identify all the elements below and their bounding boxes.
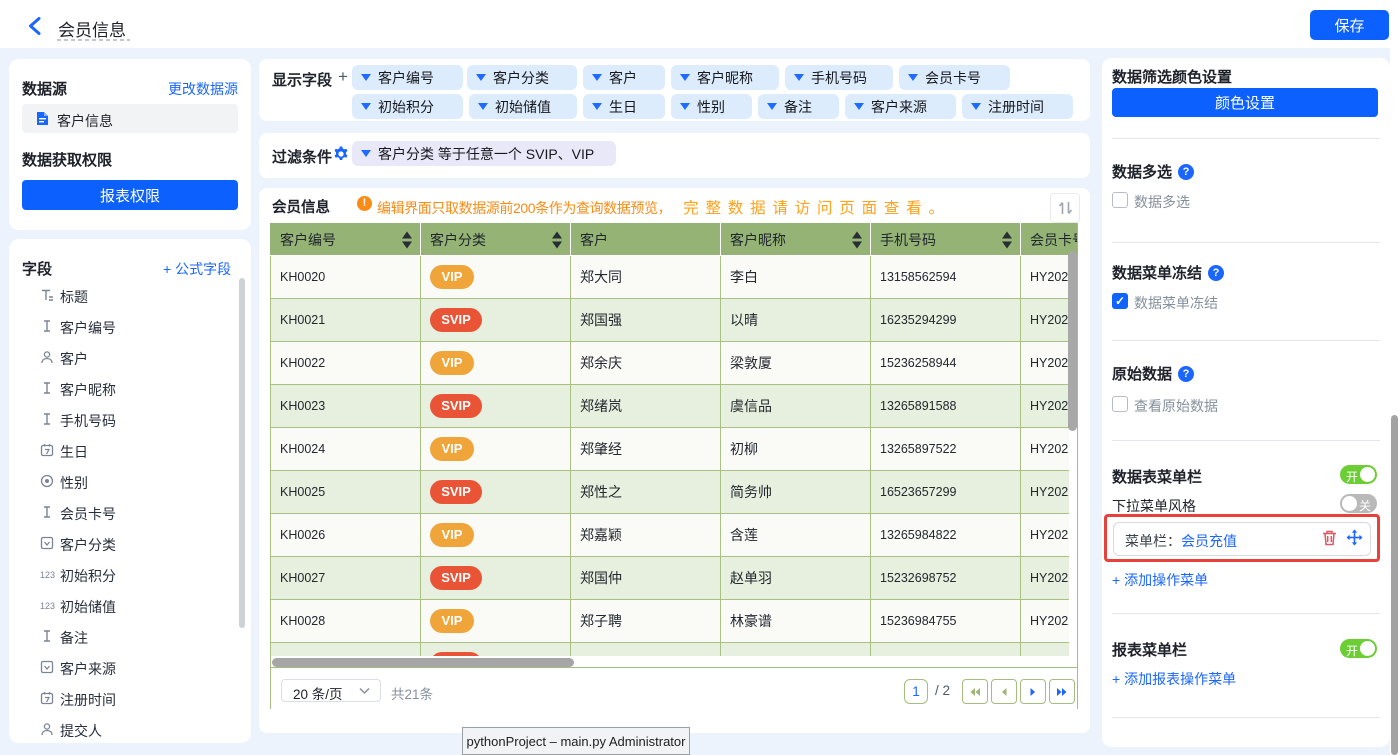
- svg-text:123: 123: [40, 601, 55, 611]
- svg-text:123: 123: [40, 570, 55, 580]
